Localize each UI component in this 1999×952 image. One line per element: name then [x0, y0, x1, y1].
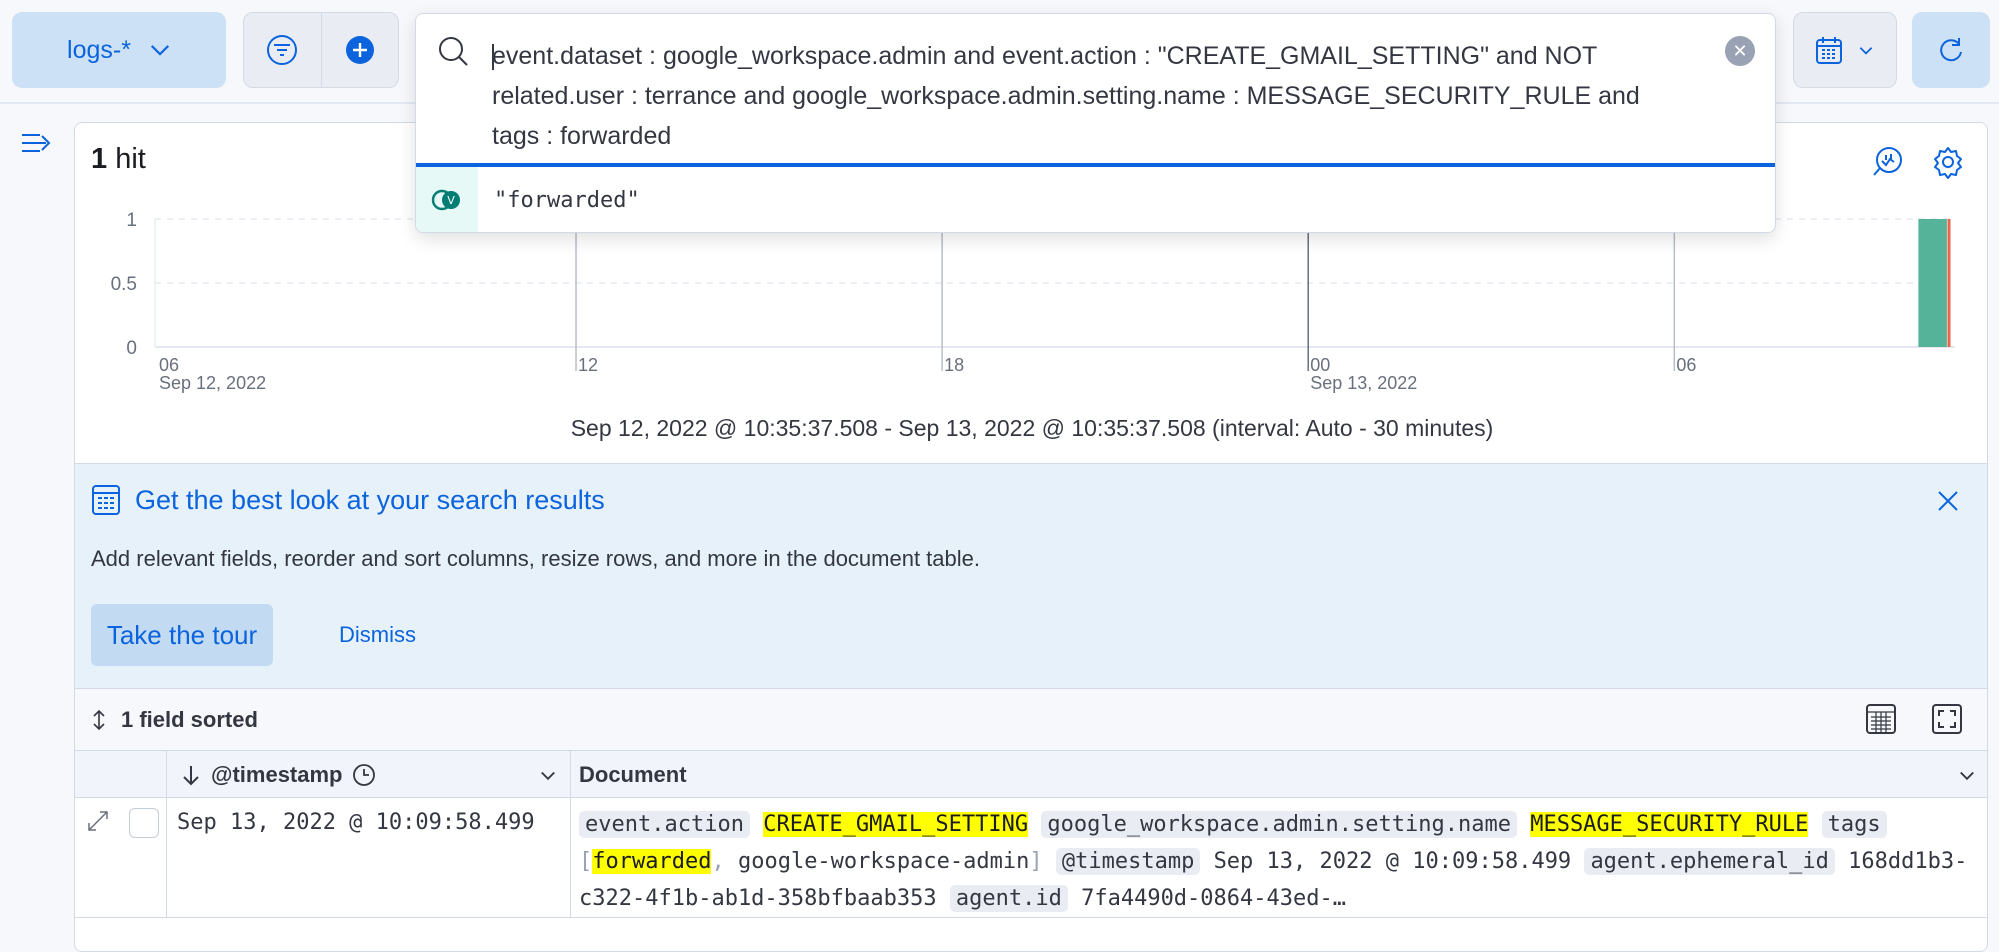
field-value: Sep 13, 2022 @ 10:09:58.499 [1213, 849, 1572, 874]
field-key: agent.id [949, 885, 1068, 912]
sort-fields-button[interactable]: 1 field sorted [91, 707, 258, 733]
plus-circle-icon [345, 36, 374, 64]
value-token-icon: V [416, 167, 478, 232]
field-value: 7fa4490d-0864-43ed-… [1081, 886, 1346, 911]
suggestion-item[interactable]: V "forwarded" [416, 167, 1775, 232]
x-tick-label: 12 [578, 355, 598, 375]
chevron-down-icon [150, 45, 169, 56]
svg-text:V: V [447, 194, 455, 207]
filter-icon [267, 35, 298, 65]
expand-icon [88, 811, 108, 831]
column-header-document[interactable]: Document [571, 751, 1987, 799]
filter-button-group [243, 12, 399, 88]
x-tick-sublabel: Sep 12, 2022 [159, 373, 266, 393]
x-tick-label: 06 [1676, 355, 1696, 375]
table-toolbar: 1 field sorted [75, 688, 1987, 750]
table-icon [92, 485, 120, 515]
refresh-button[interactable] [1912, 12, 1990, 88]
histogram-bar [1918, 219, 1947, 347]
data-view-picker[interactable]: logs-* [12, 12, 226, 88]
close-icon [1938, 491, 1958, 511]
display-density-button[interactable] [1865, 703, 1897, 740]
x-tick-label: 18 [944, 355, 964, 375]
search-icon [439, 37, 468, 66]
field-key: @timestamp [1055, 848, 1201, 875]
calendar-icon [1816, 37, 1842, 64]
hits-counter: 1 hit [91, 143, 146, 175]
y-tick-label: 1 [126, 210, 137, 231]
fullscreen-icon [1932, 704, 1962, 734]
query-bar: event.dataset : google_workspace.admin a… [415, 13, 1776, 233]
field-value: MESSAGE_SECURITY_RULE [1530, 812, 1809, 837]
column-header-timestamp[interactable]: @timestamp [167, 751, 571, 799]
clear-query-button[interactable]: ✕ [1725, 36, 1755, 66]
table-row: Sep 13, 2022 @ 10:09:58.499 event.action… [75, 798, 1987, 918]
field-key: google_workspace.admin.setting.name [1041, 811, 1517, 838]
add-filter-button[interactable] [320, 13, 399, 87]
chart-settings-button[interactable] [1931, 145, 1965, 184]
field-value: , google-workspace-admin [711, 849, 1030, 874]
timestamp-cell: Sep 13, 2022 @ 10:09:58.499 [167, 798, 571, 918]
chart-time-range: Sep 12, 2022 @ 10:35:37.508 - Sep 13, 20… [570, 415, 1494, 441]
table-density-icon [1866, 704, 1896, 734]
sort-descending-icon [183, 766, 199, 786]
take-tour-button[interactable]: Take the tour [91, 604, 273, 666]
field-key: tags [1821, 811, 1887, 838]
expand-row-button[interactable] [85, 808, 111, 839]
row-checkbox[interactable] [129, 808, 159, 838]
document-table-callout: Get the best look at your search results… [75, 463, 1987, 688]
dismiss-button[interactable]: Dismiss [339, 622, 416, 648]
chevron-down-icon[interactable] [1957, 765, 1977, 785]
y-tick-label: 0 [126, 338, 137, 359]
control-column-header [75, 751, 167, 799]
results-panel: 1 hit 1 0.5 0 06 Sep 12, 2022 12 18 00 Sep 13, 2… [74, 122, 1988, 952]
field-value: forwarded [592, 849, 712, 874]
sort-icon [93, 709, 105, 730]
callout-description: Add relevant fields, reorder and sort co… [91, 546, 981, 571]
clock-icon [353, 764, 376, 786]
callout-title: Get the best look at your search results [135, 484, 605, 515]
table-header: @timestamp Document [75, 750, 1987, 799]
document-cell: event.action CREATE_GMAIL_SETTING google… [579, 811, 1968, 912]
close-icon: ✕ [1732, 40, 1748, 61]
suggestion-value: "forwarded" [494, 187, 640, 213]
filter-menu-button[interactable] [244, 13, 321, 87]
chevron-down-icon [1859, 47, 1873, 55]
x-tick-label: 06 [159, 355, 179, 375]
x-tick-sublabel: Sep 13, 2022 [1310, 373, 1417, 393]
histogram-chart: 10.5006Sep 12, 202212 18 00Sep 13, 202206 [111, 210, 1955, 393]
menu-expand-icon [22, 134, 51, 152]
chevron-down-icon[interactable] [538, 765, 558, 785]
fullscreen-button[interactable] [1931, 703, 1963, 740]
gear-icon [1934, 147, 1962, 179]
visualize-icon [1873, 147, 1902, 176]
query-input[interactable]: event.dataset : google_workspace.admin a… [492, 36, 1662, 156]
callout-close-button[interactable] [1937, 490, 1959, 517]
date-picker-button[interactable] [1793, 12, 1897, 88]
y-tick-label: 0.5 [111, 274, 137, 295]
field-value: CREATE_GMAIL_SETTING [763, 812, 1029, 837]
x-tick-label: 00 [1310, 355, 1330, 375]
data-view-label: logs-* [67, 35, 131, 64]
inspect-chart-button[interactable] [1871, 145, 1905, 184]
field-key: agent.ephemeral_id [1584, 848, 1835, 875]
field-key: event.action [579, 811, 750, 838]
sidebar-toggle[interactable] [20, 130, 52, 161]
refresh-icon [1940, 38, 1962, 62]
